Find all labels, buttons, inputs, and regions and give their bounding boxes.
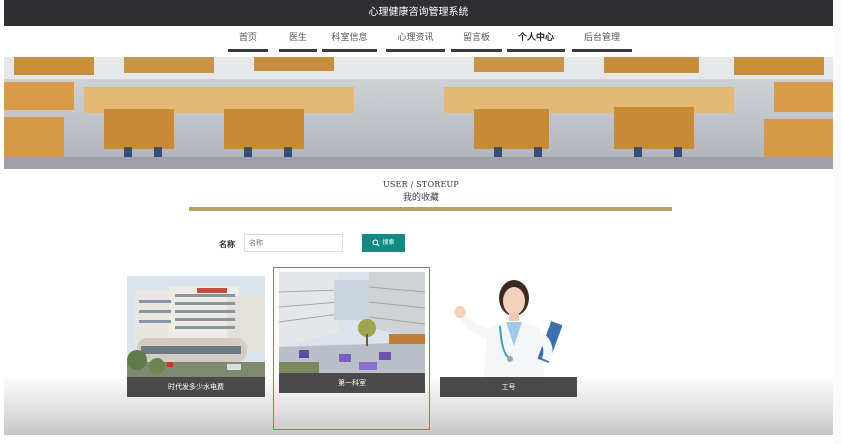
- nav-item-message-board[interactable]: 留言板: [451, 28, 502, 52]
- search-icon: [372, 238, 381, 247]
- favorite-caption: 时代发多少水电费: [127, 377, 265, 397]
- section-heading-cn: 我的收藏: [402, 193, 439, 203]
- page-edge: [833, 0, 842, 444]
- classroom-banner: [4, 57, 833, 169]
- favorite-card-3[interactable]: 工号: [440, 276, 577, 397]
- nav-item-psych-news[interactable]: 心理资讯: [386, 28, 445, 52]
- search-input[interactable]: [244, 234, 343, 252]
- nav-item-admin[interactable]: 后台管理: [572, 28, 632, 52]
- section-heading: USER / STOREUP 我的收藏: [0, 180, 842, 203]
- main-nav: 首页 医生 科室信息 心理资讯 留言板 个人中心 后台管理: [0, 28, 842, 54]
- section-divider: [189, 207, 672, 211]
- nav-item-department[interactable]: 科室信息: [322, 28, 377, 52]
- favorite-card-1[interactable]: 时代发多少水电费: [127, 276, 265, 397]
- section-heading-en: USER / STOREUP: [382, 180, 460, 189]
- search-label: 名称: [219, 240, 235, 249]
- search-button[interactable]: 搜索: [362, 234, 405, 252]
- classroom-banner-image: [4, 57, 833, 169]
- nav-item-home[interactable]: 首页: [228, 28, 268, 52]
- nav-item-personal-center[interactable]: 个人中心: [507, 28, 565, 52]
- favorite-caption: 工号: [440, 377, 577, 397]
- search-button-label: 搜索: [382, 239, 395, 246]
- app-title: 心理健康咨询管理系统: [368, 7, 469, 18]
- app-title-bar: 心理健康咨询管理系统: [4, 0, 833, 26]
- nav-item-doctor[interactable]: 医生: [279, 28, 317, 52]
- card-hover-outline: [273, 267, 430, 430]
